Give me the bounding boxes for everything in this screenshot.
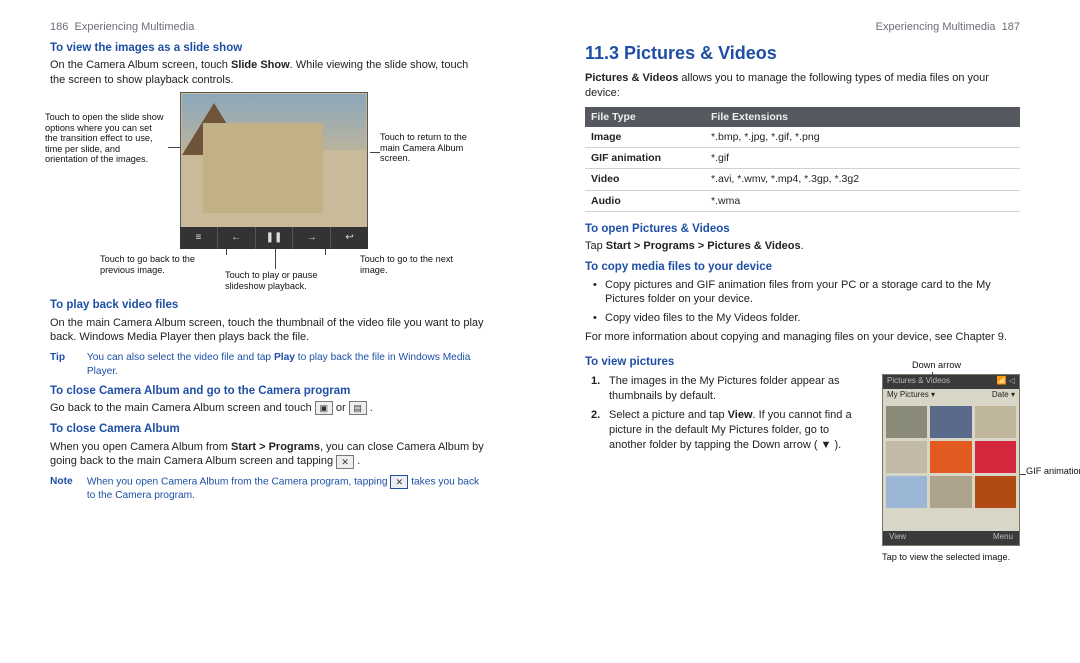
heading-slideshow: To view the images as a slide show [50,41,485,57]
phone-softkeys: View Menu [883,531,1019,545]
thumbnail[interactable] [930,476,971,508]
thumbnail-grid [883,403,1019,511]
more-info-text: For more information about copying and m… [585,330,1020,345]
thumbnail[interactable] [975,476,1016,508]
intro-text: Pictures & Videos allows you to manage t… [585,71,1020,101]
callout-next: Touch to go to the next image. [360,254,480,275]
list-item: Copy pictures and GIF animation files fr… [605,278,1020,308]
callout-gifanim: GIF animation icon [1026,466,1080,477]
table-row: Image*.bmp, *.jpg, *.gif, *.png [585,127,1020,148]
tip-body: You can also select the video file and t… [87,351,482,378]
tip-row: Tip You can also select the video file a… [50,351,485,378]
camera-icon[interactable]: ▣ [315,401,333,415]
close-icon-small[interactable]: ✕ [390,475,408,489]
filetypes-table: File TypeFile Extensions Image*.bmp, *.j… [585,107,1020,212]
table-row: Audio*.wma [585,190,1020,211]
callout-options: Touch to open the slide show options whe… [45,112,165,165]
list-item: Copy video files to the My Videos folder… [605,311,1020,326]
close-icon[interactable]: ✕ [336,455,354,469]
callout-prev: Touch to go back to the previous image. [100,254,210,275]
heading-playback: To play back video files [50,298,485,314]
phone-screenshot: Pictures & Videos📶 ◁ My Pictures ▾Date ▾… [882,374,1020,546]
phone-figure: Down arrow Pictures & Videos📶 ◁ My Pictu… [882,374,1020,546]
menu-softkey[interactable]: Menu [993,532,1013,544]
list-item: 1.The images in the My Pictures folder a… [609,374,868,404]
right-page: Experiencing Multimedia 187 11.3 Picture… [540,0,1080,663]
close-album-body: When you open Camera Album from Start > … [50,440,485,470]
phone-titlebar: Pictures & Videos📶 ◁ [883,375,1019,389]
heading-close-camera: To close Camera Album and go to the Came… [50,384,485,400]
next-icon[interactable]: → [293,227,331,249]
callout-return: Touch to return to the main Camera Album… [380,132,480,164]
phone-folderbar[interactable]: My Pictures ▾Date ▾ [883,389,1019,403]
note-row: Note When you open Camera Album from the… [50,475,485,502]
thumbnail[interactable] [886,476,927,508]
callout-tapview: Tap to view the selected image. [882,552,1042,563]
options-icon[interactable]: ≡ [180,227,218,249]
table-row: GIF animation*.gif [585,148,1020,169]
play-pause-icon[interactable]: ❚❚ [256,227,294,249]
slideshow-photo [180,92,368,247]
heading-copy: To copy media files to your device [585,260,1020,276]
th-filetype: File Type [585,107,705,127]
copy-list: Copy pictures and GIF animation files fr… [585,278,1020,327]
tip-label: Tip [50,351,84,364]
heading-open: To open Pictures & Videos [585,222,1020,238]
left-section: Experiencing Multimedia [74,21,194,33]
right-header: Experiencing Multimedia 187 [585,20,1020,35]
open-body: Tap Start > Programs > Pictures & Videos… [585,239,1020,254]
th-ext: File Extensions [705,107,1020,127]
camcorder-icon[interactable]: ▤ [349,401,367,415]
prev-icon[interactable]: ← [218,227,256,249]
thumbnail[interactable] [886,406,927,438]
right-pagenum: 187 [1002,21,1020,33]
left-header: 186 Experiencing Multimedia [50,20,485,35]
table-row: Video*.avi, *.wmv, *.mp4, *.3gp, *.3g2 [585,169,1020,190]
section-title: 11.3 Pictures & Videos [585,41,1020,65]
left-page: 186 Experiencing Multimedia To view the … [0,0,540,663]
note-label: Note [50,475,84,488]
viewpics-steps: 1.The images in the My Pictures folder a… [585,374,868,546]
thumbnail[interactable] [975,406,1016,438]
slideshow-figure: ≡ ← ❚❚ → ↩ Touch to open the slide show … [50,92,485,292]
right-section: Experiencing Multimedia [876,21,996,33]
playback-body: On the main Camera Album screen, touch t… [50,316,485,346]
slideshow-toolbar: ≡ ← ❚❚ → ↩ [180,227,368,249]
callout-downarrow: Down arrow [912,360,992,371]
close-camera-body: Go back to the main Camera Album screen … [50,401,485,416]
return-icon[interactable]: ↩ [331,227,368,249]
thumbnail[interactable] [886,441,927,473]
callout-play: Touch to play or pause slideshow playbac… [225,270,355,291]
thumbnail[interactable] [930,441,971,473]
thumbnail[interactable] [975,441,1016,473]
heading-close-album: To close Camera Album [50,422,485,438]
list-item: 2.Select a picture and tap View. If you … [609,408,868,453]
slideshow-body: On the Camera Album screen, touch Slide … [50,58,485,88]
note-body: When you open Camera Album from the Came… [87,475,482,502]
thumbnail[interactable] [930,406,971,438]
view-softkey[interactable]: View [889,532,906,544]
left-pagenum: 186 [50,21,68,33]
